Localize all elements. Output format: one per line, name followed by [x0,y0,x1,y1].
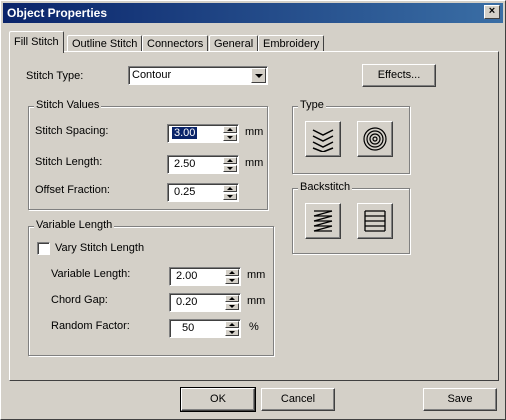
tab-label: Embroidery [263,38,320,50]
zigzag-fill-icon [312,129,334,152]
spin-up-icon[interactable] [223,157,237,164]
ok-button-label: OK [210,393,226,405]
stitch-type-dropdown[interactable]: Contour [128,66,268,85]
straight-backstitch-icon [364,210,386,232]
random-factor-value: 50 [182,322,195,334]
spin-down-icon[interactable] [223,165,237,172]
spin-buttons [225,321,239,336]
spin-buttons [223,126,237,141]
save-button[interactable]: Save [423,388,497,411]
offset-fraction-input[interactable]: 0.25 [167,183,239,202]
tab-fill-stitch[interactable]: Fill Stitch [9,31,64,53]
diagonal-backstitch-option[interactable] [305,203,341,239]
type-group: Type [292,99,410,174]
spin-up-icon[interactable] [225,295,239,302]
variable-length-label: Variable Length: [51,268,131,280]
variable-length-input[interactable]: 2.00 [169,267,241,286]
zigzag-fill-option[interactable] [305,121,341,157]
spin-buttons [225,295,239,310]
title-bar[interactable]: Object Properties × [3,3,503,23]
chord-gap-unit: mm [247,295,266,307]
concentric-circles-icon [363,127,387,151]
stitch-type-label: Stitch Type: [26,70,84,82]
offset-fraction-value: 0.25 [174,186,196,198]
offset-fraction-label: Offset Fraction: [35,184,110,196]
dialog-title: Object Properties [7,6,108,20]
concentric-circles-option[interactable] [357,121,393,157]
spin-down-icon[interactable] [225,303,239,310]
stitch-length-input[interactable]: 2.50 [167,155,239,174]
ok-button[interactable]: OK [180,387,256,412]
spin-down-icon[interactable] [225,277,239,284]
stitch-values-group: Stitch Values Stitch Spacing: 3.00 mm St… [28,99,268,210]
tab-label: Connectors [147,38,204,50]
spin-up-icon[interactable] [223,126,237,133]
vary-stitch-length-label: Vary Stitch Length [55,242,145,254]
cancel-button[interactable]: Cancel [261,388,335,411]
straight-backstitch-option[interactable] [357,203,393,239]
random-factor-unit: % [249,321,259,333]
tab-label: Fill Stitch [14,36,59,48]
save-button-label: Save [447,393,473,405]
cancel-button-label: Cancel [280,393,316,405]
chord-gap-label: Chord Gap: [51,294,108,306]
chord-gap-input[interactable]: 0.20 [169,293,241,312]
stitch-spacing-value: 3.00 [172,127,198,139]
type-title: Type [298,99,326,111]
variable-length-unit: mm [247,269,266,281]
spin-up-icon[interactable] [225,269,239,276]
variable-length-value: 2.00 [176,270,198,282]
spin-buttons [223,157,237,172]
stitch-type-value: Contour [132,69,172,81]
stitch-length-value: 2.50 [174,158,196,170]
vary-stitch-length-checkbox[interactable] [37,242,50,255]
stitch-spacing-unit: mm [245,126,264,138]
diagonal-backstitch-icon [313,210,333,232]
spin-buttons [223,185,237,200]
close-icon: × [488,5,496,17]
tab-label: General [214,38,254,50]
spin-buttons [225,269,239,284]
random-factor-input[interactable]: 50 [169,319,241,338]
spin-down-icon[interactable] [223,193,237,200]
stitch-length-unit: mm [245,157,264,169]
object-properties-dialog: Object Properties × Fill Stitch Outline … [0,0,506,420]
close-button[interactable]: × [484,5,500,19]
spin-up-icon[interactable] [225,321,239,328]
stitch-length-label: Stitch Length: [35,156,103,168]
backstitch-title: Backstitch [298,181,353,193]
spin-down-icon[interactable] [223,134,237,141]
stitch-values-title: Stitch Values [34,99,102,111]
variable-length-group: Variable Length Vary Stitch Length Varia… [28,219,274,356]
chord-gap-value: 0.20 [176,296,198,308]
chevron-down-icon[interactable] [251,68,266,83]
stitch-spacing-label: Stitch Spacing: [35,125,109,137]
random-factor-label: Random Factor: [51,320,130,332]
spin-down-icon[interactable] [225,329,239,336]
spin-up-icon[interactable] [223,185,237,192]
backstitch-group: Backstitch [292,181,410,254]
tab-label: Outline Stitch [72,38,138,50]
effects-button-label: Effects... [377,69,421,81]
variable-length-title: Variable Length [34,219,115,231]
effects-button[interactable]: Effects... [362,64,436,87]
stitch-spacing-input[interactable]: 3.00 [167,124,239,143]
fill-stitch-panel: Stitch Type: Contour Effects... Stitch V… [9,51,499,381]
